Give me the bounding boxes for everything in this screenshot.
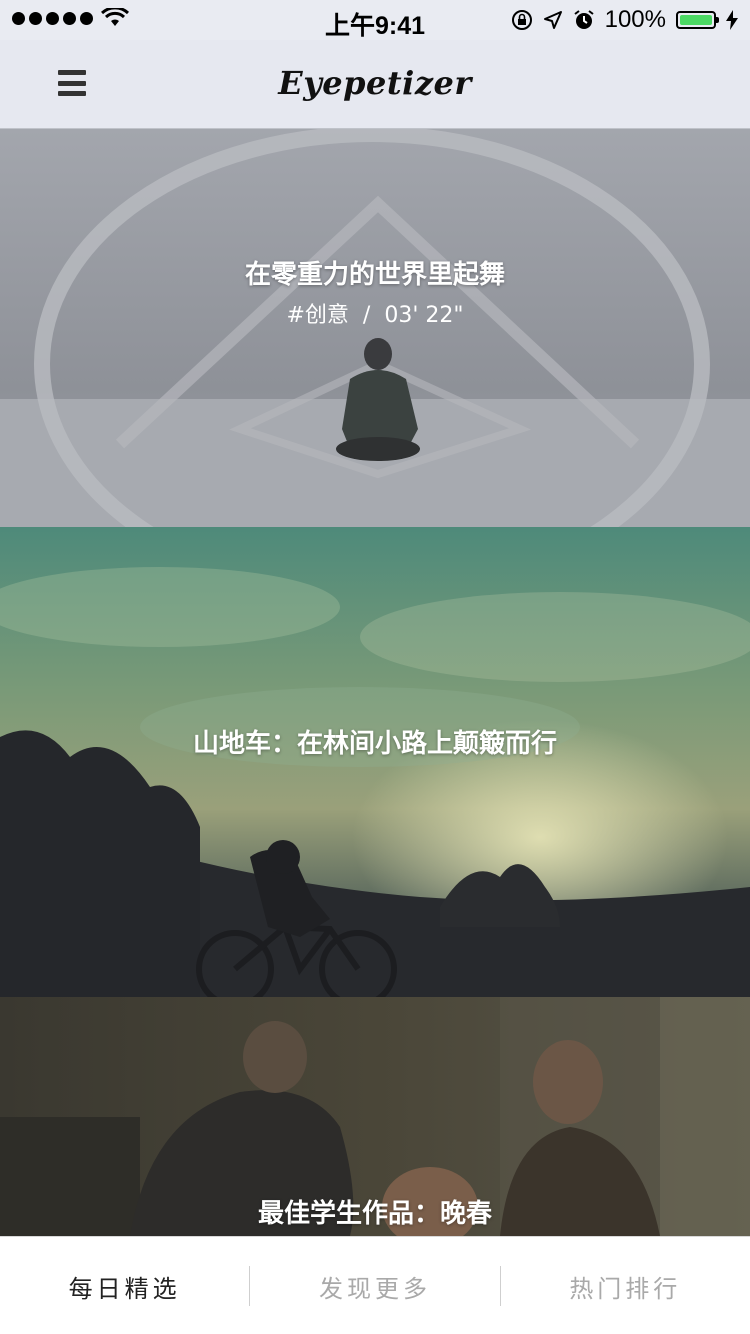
video-title: 山地车：在林间小路上颠簸而行 <box>192 729 557 759</box>
charging-bolt-icon <box>726 10 738 30</box>
orientation-lock-icon <box>511 10 532 30</box>
status-right: 100% <box>511 6 738 34</box>
video-title: 最佳学生作品：晚春 <box>257 1199 492 1229</box>
video-thumbnail <box>0 527 750 997</box>
video-card[interactable]: 山地车：在林间小路上颠簸而行 <box>0 527 750 997</box>
battery-icon <box>676 11 719 29</box>
status-bar: 上午9:41 100% <box>0 0 750 40</box>
video-feed: 在零重力的世界里起舞 #创意 / 03' 22" 山地车：在林间小路上颠簸而行 最佳… <box>0 129 750 1236</box>
video-category: #创意 <box>286 303 349 328</box>
alarm-clock-icon <box>574 10 594 29</box>
app-title-logo: Eyepetizer <box>278 64 472 102</box>
battery-level-fill <box>680 15 712 25</box>
video-card[interactable]: 最佳学生作品：晚春 <box>0 997 750 1236</box>
video-card[interactable]: 在零重力的世界里起舞 #创意 / 03' 22" <box>0 129 750 527</box>
tab-daily-selection[interactable]: 每日精选 <box>0 1269 249 1304</box>
nav-bar: Eyepetizer <box>0 40 750 129</box>
meta-separator: / <box>362 303 371 328</box>
battery-percent: 100% <box>604 6 666 33</box>
tab-hot-ranking[interactable]: 热门排行 <box>501 1269 750 1304</box>
app-screen: 上午9:41 100% Eyepetizer 在零重力的世界里起舞 #创意 / … <box>0 0 750 1334</box>
tab-discover-more[interactable]: 发现更多 <box>250 1269 499 1304</box>
video-duration: 03' 22" <box>384 303 464 328</box>
location-arrow-icon <box>543 11 562 29</box>
video-meta: #创意 / 03' 22" <box>0 297 750 329</box>
video-title: 在零重力的世界里起舞 <box>244 260 505 290</box>
tab-bar: 每日精选 发现更多 热门排行 <box>0 1236 750 1334</box>
